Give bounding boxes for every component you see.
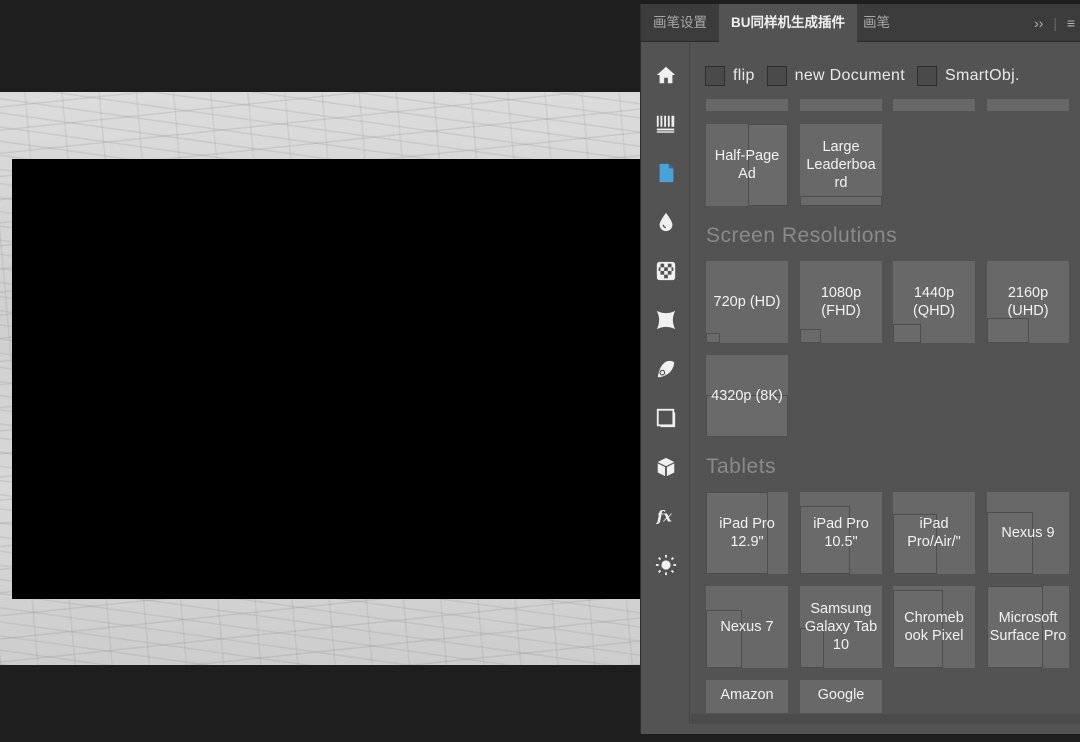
template-tile-1080p[interactable]: 1080p (FHD) [800,261,882,343]
template-tile-1440p[interactable]: 1440p (QHD) [893,261,975,343]
plugin-panel: 画笔设置 BU同样机生成插件 画笔 ›› | ≡ fx flip new Doc… [640,4,1080,734]
tile-label: Microsoft Surface Pro [989,610,1067,644]
tile-label: Half-Page Ad [714,148,780,182]
frame-icon[interactable] [654,406,678,430]
template-tile-4320p[interactable]: 4320p (8K) [706,355,788,437]
template-tile-nexus-7[interactable]: Nexus 7 [706,586,788,668]
cube-icon[interactable] [654,455,678,479]
template-tile-large-leaderboard[interactable]: Large Leaderboa rd [800,124,882,206]
tile-label: Chromeb ook Pixel [904,610,964,644]
tab-brushes[interactable]: 画笔 [851,4,902,42]
template-tile-half-page-ad[interactable]: Half-Page Ad [706,124,788,206]
new-document-checkbox[interactable] [766,66,787,86]
smart-object-label: SmartObj. [944,67,1020,84]
tile-label: Nexus 9 [1001,525,1055,541]
tile-label: 720p (HD) [713,294,781,310]
template-tile-ipad-pro-air[interactable]: iPad Pro/Air/" [893,492,975,574]
svg-text:fx: fx [656,509,672,526]
template-tile-2160p[interactable]: 2160p (UHD) [987,261,1069,343]
category-icon-strip: fx [641,43,690,723]
checker-icon[interactable] [654,259,678,283]
home-icon[interactable] [654,63,678,87]
scrolled-tile[interactable] [987,99,1069,111]
template-tile-microsoft-surface-pro[interactable]: Microsoft Surface Pro [987,586,1069,668]
tile-label: Nexus 7 [720,619,774,635]
template-tile-amazon[interactable]: Amazon [706,680,788,713]
black-rectangle-layer [12,159,640,599]
panel-menu-icon[interactable]: ≡ [1067,4,1075,42]
flag-icon[interactable] [654,357,678,381]
template-tile-720p[interactable]: 720p (HD) [706,261,788,343]
fx-icon[interactable]: fx [654,504,678,528]
tile-label: Samsung Galaxy Tab 10 [804,601,878,653]
expand-panels-icon[interactable]: ›› [1034,4,1043,42]
template-tile-ipad-pro-10-5[interactable]: iPad Pro 10.5" [800,492,882,574]
template-tile-nexus-9[interactable]: Nexus 9 [987,492,1069,574]
tile-label: 4320p (8K) [711,388,783,404]
drop-icon[interactable] [654,210,678,234]
divider: | [1053,15,1057,31]
panel-tab-bar: 画笔设置 BU同样机生成插件 画笔 ›› | ≡ [641,4,1080,42]
tile-label: iPad Pro/Air/" [907,516,961,550]
tile-label: Amazon [720,687,774,703]
panel-bottom-bar [691,714,1080,724]
scrolled-tile[interactable] [800,99,882,111]
tab-brush-settings[interactable]: 画笔设置 [641,4,719,42]
tile-label: 2160p (UHD) [1007,285,1049,319]
tile-label: iPad Pro 12.9" [719,516,775,550]
template-tile-samsung-galaxy-tab-10[interactable]: Samsung Galaxy Tab 10 [800,586,882,668]
tile-label: 1080p (FHD) [820,285,862,319]
scrolled-tile[interactable] [893,99,975,111]
canvas-area[interactable] [0,0,640,742]
options-row: flip new Document SmartObj. [705,65,1032,87]
smart-object-checkbox[interactable] [916,66,937,86]
sun-icon[interactable] [654,553,678,577]
scrolled-tile[interactable] [706,99,788,111]
template-tile-google[interactable]: Google [800,680,882,713]
barcode-icon[interactable] [654,112,678,136]
template-grid-scroll-area[interactable]: flip new Document SmartObj. Half-Page Ad… [691,43,1080,713]
flip-label: flip [733,67,755,84]
tile-label: 1440p (QHD) [913,285,955,319]
tab-bu-mockup-plugin[interactable]: BU同样机生成插件 [719,4,857,42]
section-title-tablets: Tablets [706,455,777,478]
template-tile-ipad-pro-12-9[interactable]: iPad Pro 12.9" [706,492,788,574]
document-icon[interactable] [654,161,678,185]
tile-label: Large Leaderboa rd [806,139,876,191]
template-tile-chromebook-pixel[interactable]: Chromeb ook Pixel [893,586,975,668]
tile-label: iPad Pro 10.5" [813,516,869,550]
tab-controls: ›› | ≡ [1028,4,1075,42]
tile-label: Google [817,687,865,703]
warp-icon[interactable] [654,308,678,332]
flip-checkbox[interactable] [705,66,725,86]
new-document-label: new Document [794,67,905,84]
section-title-screen-resolutions: Screen Resolutions [706,224,898,247]
